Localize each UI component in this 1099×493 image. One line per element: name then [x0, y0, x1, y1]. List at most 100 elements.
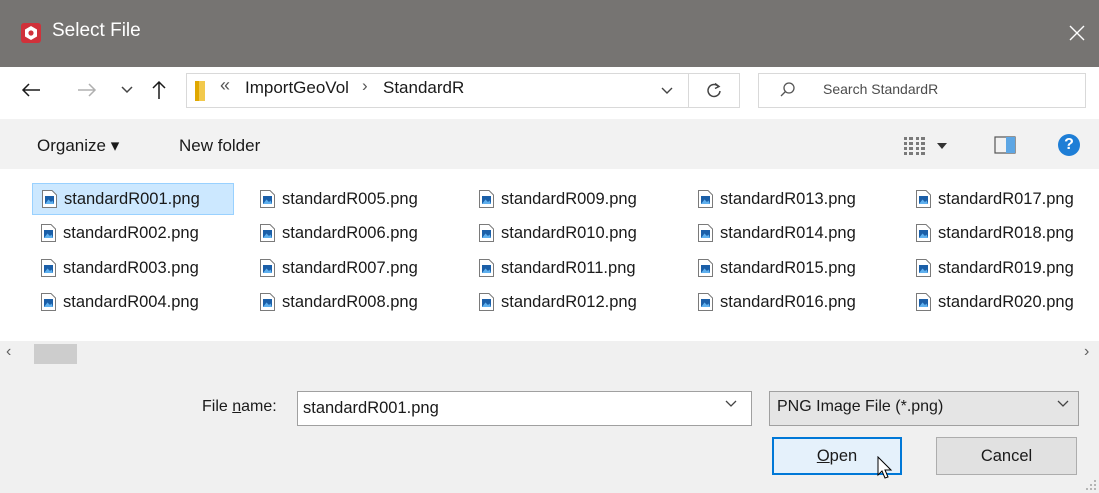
file-name: standardR003.png [63, 258, 199, 277]
search-input[interactable]: Search StandardR [823, 81, 938, 97]
image-file-icon [916, 293, 931, 311]
scroll-left-button[interactable]: ‹ [6, 343, 11, 361]
file-name: standardR015.png [720, 258, 856, 277]
file-item[interactable]: standardR005.png [251, 183, 451, 215]
file-list: standardR001.png standardR002.png standard… [0, 169, 1099, 341]
mouse-cursor-icon [877, 456, 893, 479]
view-dropdown-icon[interactable] [937, 143, 947, 149]
file-name: standardR019.png [938, 258, 1074, 277]
image-file-icon [41, 259, 56, 277]
file-item[interactable]: standardR009.png [470, 183, 670, 215]
image-file-icon [479, 224, 494, 242]
app-logo-icon [21, 23, 41, 43]
close-icon [1069, 25, 1085, 41]
organize-button[interactable]: Organize ▾ [37, 136, 119, 156]
forward-button[interactable] [74, 76, 100, 104]
file-name-input[interactable] [297, 391, 752, 426]
file-name: standardR001.png [64, 189, 200, 208]
file-item[interactable]: standardR016.png [689, 286, 889, 318]
file-item[interactable]: standardR003.png [32, 252, 234, 284]
chevron-down-icon[interactable] [1057, 400, 1069, 408]
file-name: standardR009.png [501, 189, 637, 208]
file-name: standardR020.png [938, 292, 1074, 311]
file-item[interactable]: standardR007.png [251, 252, 451, 284]
image-file-icon [479, 293, 494, 311]
file-item[interactable]: standardR014.png [689, 217, 889, 249]
file-item[interactable]: standardR020.png [907, 286, 1099, 318]
breadcrumb-standardr[interactable]: StandardR [383, 78, 464, 98]
file-name-label: File name: [202, 398, 277, 415]
file-item[interactable]: standardR013.png [689, 183, 889, 215]
file-item[interactable]: standardR002.png [32, 217, 234, 249]
chevron-down-icon [661, 87, 673, 94]
file-name: standardR018.png [938, 223, 1074, 242]
recent-locations-button[interactable] [118, 76, 136, 104]
file-item[interactable]: standardR008.png [251, 286, 451, 318]
address-dropdown-button[interactable] [657, 81, 677, 101]
image-file-icon [916, 190, 931, 208]
file-item[interactable]: standardR019.png [907, 252, 1099, 284]
image-file-icon [260, 259, 275, 277]
file-name: standardR017.png [938, 189, 1074, 208]
file-name: standardR011.png [501, 258, 636, 277]
chevron-down-icon[interactable] [725, 400, 737, 408]
window-title: Select File [52, 20, 141, 41]
file-name: standardR013.png [720, 189, 856, 208]
search-icon [780, 82, 795, 97]
image-file-icon [41, 293, 56, 311]
help-icon[interactable]: ? [1058, 134, 1080, 156]
view-options-icon[interactable] [903, 136, 927, 156]
back-arrow-icon [21, 83, 40, 97]
folder-icon [195, 81, 205, 101]
scroll-thumb[interactable] [34, 344, 77, 364]
refresh-icon [707, 82, 721, 97]
image-file-icon [698, 224, 713, 242]
breadcrumb-separator[interactable]: › [362, 76, 368, 96]
file-item[interactable]: standardR001.png [32, 183, 234, 215]
image-file-icon [260, 224, 275, 242]
file-name: standardR005.png [282, 189, 418, 208]
image-file-icon [260, 293, 275, 311]
image-file-icon [260, 190, 275, 208]
image-file-icon [916, 259, 931, 277]
image-file-icon [41, 224, 56, 242]
image-file-icon [698, 190, 713, 208]
image-file-icon [479, 259, 494, 277]
file-item[interactable]: standardR018.png [907, 217, 1099, 249]
dialog-footer [0, 367, 1099, 493]
file-name: standardR007.png [282, 258, 418, 277]
breadcrumb-importgeovol[interactable]: ImportGeoVol [245, 78, 349, 98]
close-button[interactable] [1061, 14, 1093, 52]
image-file-icon [42, 190, 57, 208]
resize-grip-icon[interactable] [1085, 479, 1097, 491]
file-name: standardR010.png [501, 223, 637, 242]
file-name: standardR014.png [720, 223, 856, 242]
up-button[interactable] [148, 76, 170, 104]
back-button[interactable] [18, 76, 44, 104]
cancel-button[interactable]: Cancel [936, 437, 1077, 475]
image-file-icon [698, 293, 713, 311]
preview-pane-icon[interactable] [994, 136, 1016, 154]
title-bar [0, 0, 1099, 67]
breadcrumb-overflow[interactable]: « [220, 75, 230, 96]
file-item[interactable]: standardR015.png [689, 252, 889, 284]
image-file-icon [698, 259, 713, 277]
file-item[interactable]: standardR010.png [470, 217, 670, 249]
file-name: standardR012.png [501, 292, 637, 311]
forward-arrow-icon [78, 83, 97, 97]
refresh-button[interactable] [689, 73, 740, 108]
file-item[interactable]: standardR017.png [907, 183, 1099, 215]
scroll-right-button[interactable]: › [1084, 343, 1089, 361]
file-name: standardR006.png [282, 223, 418, 242]
up-arrow-icon [152, 80, 166, 99]
file-name: standardR008.png [282, 292, 418, 311]
file-item[interactable]: standardR012.png [470, 286, 670, 318]
image-file-icon [916, 224, 931, 242]
command-bar [0, 119, 1099, 169]
horizontal-scrollbar[interactable] [0, 341, 1099, 367]
file-type-value[interactable]: PNG Image File (*.png) [777, 398, 943, 416]
new-folder-button[interactable]: New folder [179, 136, 260, 156]
file-item[interactable]: standardR006.png [251, 217, 451, 249]
file-item[interactable]: standardR011.png [470, 252, 670, 284]
file-item[interactable]: standardR004.png [32, 286, 234, 318]
